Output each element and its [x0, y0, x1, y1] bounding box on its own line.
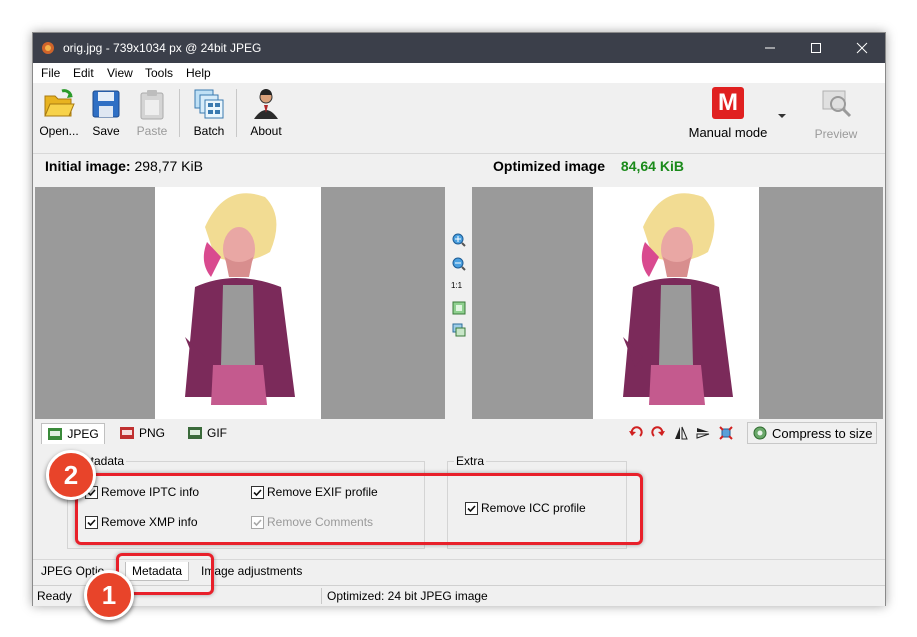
rotate-left-icon[interactable]: [629, 426, 643, 440]
tab-gif-label: GIF: [207, 426, 227, 440]
initial-image-size: 298,77 KiB: [134, 158, 203, 174]
about-label: About: [250, 124, 282, 138]
preview-label: Preview: [814, 127, 858, 141]
highlight-metadata-options: [75, 473, 643, 545]
fit-to-window-icon[interactable]: [452, 301, 466, 315]
person-icon: [254, 89, 278, 119]
maximize-icon: [811, 43, 821, 53]
flip-vertical-icon[interactable]: [696, 426, 710, 440]
app-icon: [42, 42, 54, 54]
optimized-image-label: Optimized image: [493, 158, 606, 174]
batch-images-icon: [194, 89, 224, 119]
minimize-button[interactable]: [747, 33, 793, 63]
magnifier-preview-icon: [822, 90, 852, 118]
window-title: orig.jpg - 739x1034 px @ 24bit JPEG: [63, 41, 262, 55]
close-icon: [856, 42, 868, 54]
zoom-in-icon[interactable]: [452, 233, 466, 247]
tab-jpeg[interactable]: JPEG: [41, 423, 105, 444]
batch-button[interactable]: Batch: [189, 87, 229, 143]
menu-bar: File Edit View Tools Help: [33, 63, 885, 83]
status-optimized: Optimized: 24 bit JPEG image: [327, 589, 488, 603]
mode-dropdown-arrow-icon[interactable]: [777, 113, 787, 119]
jpeg-file-icon: [48, 428, 63, 440]
flip-horizontal-icon[interactable]: [674, 426, 688, 440]
optimized-image-header: Optimized image 84,64 KiB: [493, 158, 684, 174]
open-button[interactable]: Open...: [37, 87, 81, 143]
close-button[interactable]: [839, 33, 885, 63]
menu-view[interactable]: View: [107, 66, 133, 80]
optimized-image-viewer[interactable]: [472, 187, 883, 419]
toolbar: Open... Save Paste Batch About M Manual …: [33, 83, 885, 154]
png-file-icon: [120, 427, 134, 439]
menu-edit[interactable]: Edit: [73, 66, 94, 80]
floppy-disk-icon: [92, 90, 120, 118]
clipboard-icon: [140, 90, 164, 120]
maximize-button[interactable]: [793, 33, 839, 63]
toolbar-separator: [179, 89, 180, 137]
initial-image-viewer[interactable]: [35, 187, 445, 419]
about-button[interactable]: About: [245, 87, 287, 143]
compress-to-size-label: Compress to size: [772, 425, 873, 441]
compress-to-size-button[interactable]: Compress to size: [747, 422, 878, 444]
zoom-one-to-one-button[interactable]: 1:1: [451, 281, 462, 290]
initial-image-label: Initial image:: [45, 158, 131, 174]
manual-mode-button[interactable]: M Manual mode: [679, 87, 777, 143]
optimized-image-size: 84,64 KiB: [620, 158, 684, 174]
woman-jacket-image: [623, 193, 733, 405]
menu-help[interactable]: Help: [186, 66, 211, 80]
open-label: Open...: [39, 124, 79, 138]
tab-gif[interactable]: GIF: [187, 423, 227, 443]
batch-label: Batch: [193, 124, 225, 138]
crop-resize-icon[interactable]: [719, 426, 733, 440]
tab-image-adjustments[interactable]: Image adjustments: [201, 564, 302, 578]
title-bar: orig.jpg - 739x1034 px @ 24bit JPEG: [33, 33, 885, 63]
zoom-out-icon[interactable]: [452, 257, 466, 271]
status-divider: [321, 588, 322, 604]
preview-button[interactable]: Preview: [811, 87, 861, 143]
gear-icon: [753, 426, 767, 440]
tab-png[interactable]: PNG: [119, 423, 165, 443]
extra-group-title: Extra: [454, 454, 487, 468]
zoom-toolbar: 1:1: [445, 187, 472, 419]
compare-view-icon[interactable]: [452, 323, 466, 337]
status-ready: Ready: [37, 589, 72, 603]
toolbar-separator: [236, 89, 237, 137]
menu-tools[interactable]: Tools: [145, 66, 173, 80]
tab-jpeg-label: JPEG: [67, 427, 99, 441]
initial-image-header: Initial image: 298,77 KiB: [45, 158, 203, 174]
optimized-photo: [593, 187, 759, 419]
paste-label: Paste: [136, 124, 168, 138]
menu-file[interactable]: File: [41, 66, 60, 80]
format-tab-strip: JPEG PNG GIF Compress to size: [33, 419, 885, 445]
manual-mode-icon: M: [712, 87, 744, 119]
callout-badge-two: 2: [46, 450, 96, 500]
gif-file-icon: [188, 427, 202, 439]
save-label: Save: [92, 124, 120, 138]
rotate-right-icon[interactable]: [651, 426, 665, 440]
save-button[interactable]: Save: [87, 87, 125, 143]
callout-badge-one: 1: [84, 570, 134, 620]
tab-png-label: PNG: [139, 426, 166, 440]
minimize-icon: [765, 47, 775, 49]
paste-button[interactable]: Paste: [131, 87, 173, 143]
folder-open-icon: [44, 89, 75, 117]
initial-photo: [155, 187, 321, 419]
manual-mode-label: Manual mode: [688, 125, 768, 140]
woman-jacket-image: [185, 193, 295, 405]
